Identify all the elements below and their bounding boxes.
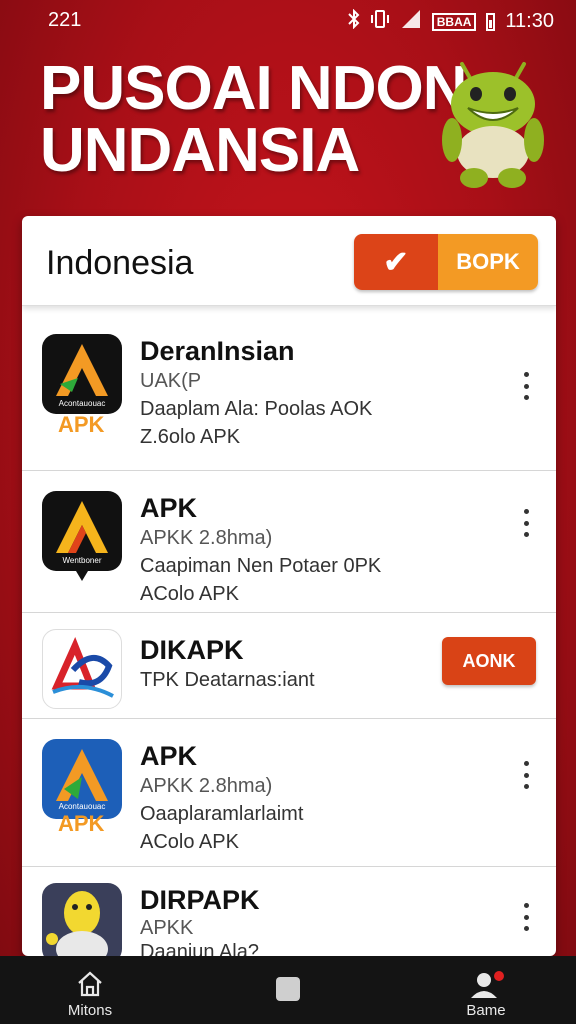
app-icon-text: Acontauouac (59, 802, 106, 811)
more-options-icon[interactable] (522, 761, 530, 789)
battery-icon (486, 12, 496, 31)
item-subtitle: APKK 2.8hma) (140, 527, 273, 549)
header-action-label: BOPK (438, 234, 538, 290)
item-description: Caapiman Nen Potaer 0PK (140, 555, 382, 577)
item-title: APK (140, 741, 198, 771)
list-item[interactable]: Acontauouac APK APK APKK 2.8hma) Oaaplar… (22, 719, 556, 867)
nav-home-label: Mitons (67, 1002, 113, 1019)
battery-label: BBAA (431, 12, 477, 31)
more-options-icon[interactable] (522, 372, 530, 400)
app-icon: Wentboner (42, 491, 122, 581)
status-bar: 221 BBAA 11:30 (0, 0, 576, 40)
check-icon: ✔ (354, 234, 438, 290)
more-options-icon[interactable] (522, 903, 530, 931)
app-icon-text: Acontauouac (59, 399, 106, 408)
card-header: Indonesia ✔ BOPK (22, 216, 556, 306)
item-title: DIRPAPK (140, 885, 260, 915)
header-action-button[interactable]: ✔ BOPK (354, 234, 538, 290)
apk-tag: APK (58, 811, 105, 836)
item-meta: AColo APK (140, 831, 239, 853)
item-description: Daaplam Ala: Poolas AOK (140, 398, 373, 420)
item-description: TPK Deatarnas:iant (140, 669, 315, 691)
item-meta: Z.6olo APK (140, 426, 241, 448)
item-meta: AColo APK (140, 583, 239, 605)
more-options-icon[interactable] (522, 509, 530, 537)
item-title: APK (140, 493, 198, 523)
title-line-1: PUSOAI NDON (40, 54, 467, 123)
app-list-card: Indonesia ✔ BOPK Acontauouac APK DeranIn… (22, 216, 556, 956)
nav-center[interactable] (272, 956, 304, 1024)
nav-home[interactable]: Mitons (62, 956, 118, 1024)
android-mascot-icon (438, 60, 548, 190)
item-description: Daaniun Ala? (140, 941, 259, 956)
app-icon (42, 883, 122, 956)
vibrate-icon (370, 9, 390, 34)
app-icon (42, 629, 122, 709)
app-icon: Acontauouac APK (42, 334, 122, 437)
item-subtitle: UAK(P (140, 370, 202, 392)
list-item[interactable]: Acontauouac APK DeranInsian UAK(P Daapla… (22, 306, 556, 471)
nav-profile-label: Bame (466, 1002, 506, 1019)
status-time-right: 11:30 (505, 10, 554, 32)
card-title: Indonesia (46, 244, 194, 282)
item-subtitle: APKK 2.8hma) (140, 775, 273, 797)
nav-profile[interactable]: Bame (458, 956, 514, 1024)
profile-icon (471, 971, 504, 998)
app-icon: Acontauouac APK (42, 739, 122, 836)
item-description: Oaaplaramlarlaimt (140, 803, 304, 825)
square-icon (276, 977, 300, 1001)
item-title: DeranInsian (140, 336, 295, 366)
home-icon (78, 971, 102, 997)
status-icons: BBAA 11:30 (348, 8, 554, 34)
status-time-left: 221 (48, 9, 82, 31)
list-item[interactable]: Wentboner APK APKK 2.8hma) Caapiman Nen … (22, 471, 556, 613)
bluetooth-icon (348, 8, 360, 34)
list-item[interactable]: DIRPAPK APKK Daaniun Ala? (22, 867, 556, 956)
item-action-button[interactable]: AONK (442, 637, 536, 685)
page-title: PUSOAI NDON UNDANSIA (40, 54, 467, 185)
item-subtitle: APKK (140, 917, 194, 939)
signal-icon (400, 9, 422, 34)
app-icon-text: Wentboner (63, 556, 102, 565)
bottom-navigation: Mitons Bame (0, 956, 576, 1024)
list-item[interactable]: DIKAPK TPK Deatarnas:iant AONK (22, 613, 556, 719)
title-line-2: UNDANSIA (40, 116, 360, 185)
apk-tag: APK (58, 412, 105, 437)
item-title: DIKAPK (140, 635, 244, 665)
